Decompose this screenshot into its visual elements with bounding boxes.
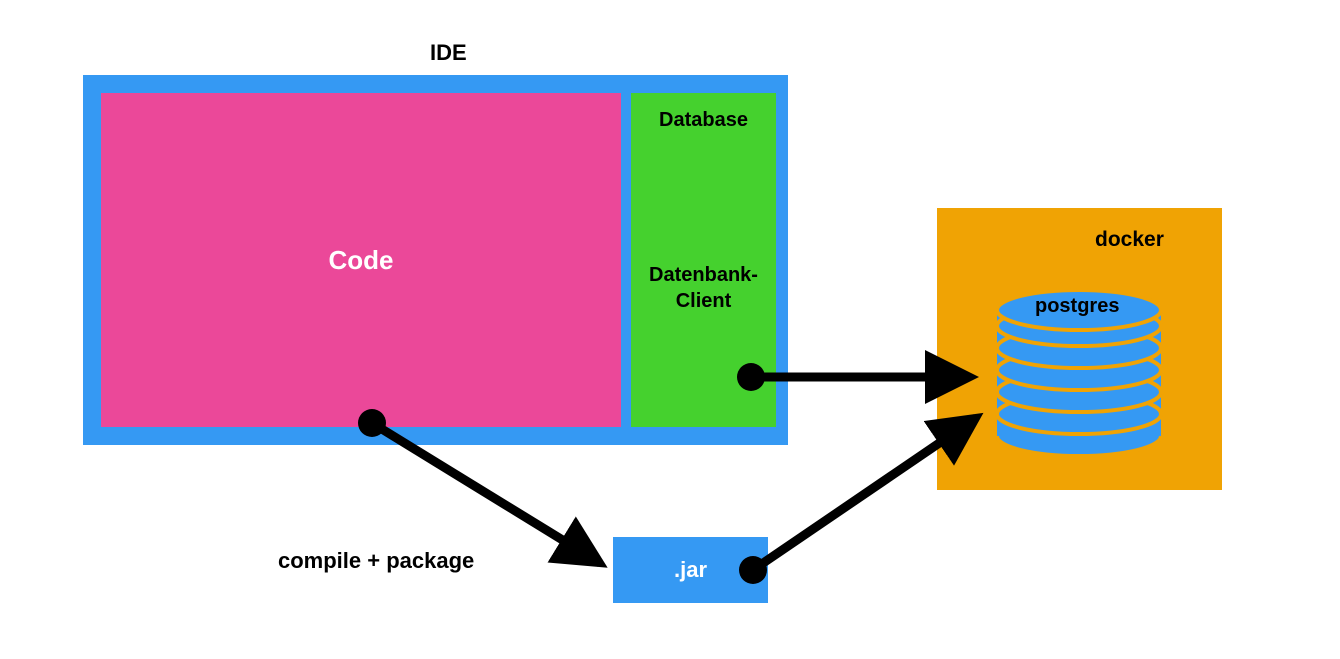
- code-box: Code: [101, 93, 621, 427]
- database-client-label: Datenbank-Client: [631, 262, 776, 314]
- ide-title-label: IDE: [430, 40, 467, 66]
- database-label: Database: [631, 109, 776, 132]
- jar-box: .jar: [613, 537, 768, 603]
- code-label: Code: [329, 245, 394, 276]
- docker-label: docker: [1095, 228, 1164, 252]
- database-client-box: Database Datenbank-Client: [631, 93, 776, 427]
- jar-label: .jar: [674, 557, 707, 583]
- ide-container: Code Database Datenbank-Client: [83, 75, 788, 445]
- postgres-label: postgres: [1035, 295, 1119, 318]
- compile-package-label: compile + package: [278, 548, 474, 574]
